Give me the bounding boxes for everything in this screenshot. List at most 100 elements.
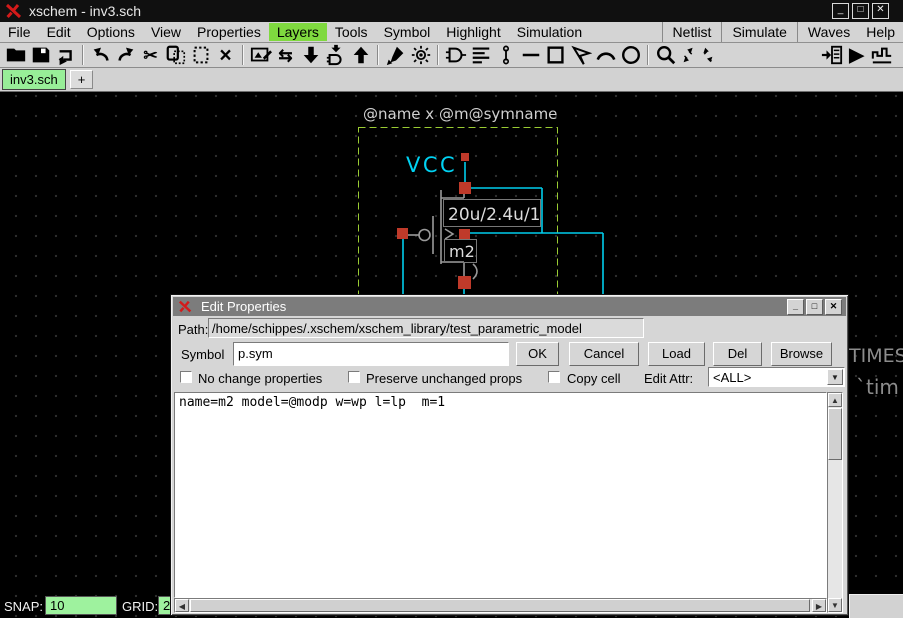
menu-separator [797, 22, 798, 42]
clipped-text-top[interactable]: TIMES [848, 345, 903, 367]
edit-attr-combobox[interactable]: <ALL> ▼ [708, 367, 845, 387]
swap-wires-icon[interactable]: ⇆ [273, 43, 298, 67]
edit-symbol-icon[interactable] [248, 43, 273, 67]
dialog-maximize-icon[interactable]: □ [806, 299, 823, 315]
menubar-right: Netlist Simulate Waves Help [660, 22, 903, 42]
maximize-icon[interactable]: □ [852, 3, 869, 19]
copy-cell-checkbox[interactable] [548, 371, 560, 383]
menu-help[interactable]: Help [858, 23, 903, 41]
horizontal-scroll-thumb[interactable] [190, 599, 810, 612]
draw-line-icon[interactable] [518, 43, 543, 67]
toolbar-separator [647, 45, 649, 65]
edit-properties-dialog: Edit Properties _ □ ✕ Path: /home/schipp… [170, 294, 849, 616]
paste-icon[interactable] [188, 43, 213, 67]
xschem-logo-icon [5, 3, 23, 19]
redo-icon[interactable] [113, 43, 138, 67]
snap-field[interactable]: 10 [45, 596, 117, 615]
cancel-button[interactable]: Cancel [569, 342, 639, 366]
save-icon[interactable] [28, 43, 53, 67]
undo-icon[interactable] [88, 43, 113, 67]
descend-schematic-icon[interactable] [298, 43, 323, 67]
draw-arc-icon[interactable] [593, 43, 618, 67]
open-file-icon[interactable] [3, 43, 28, 67]
dialog-title: Edit Properties [201, 299, 286, 314]
size-label[interactable]: 20u/2.4u/1 [448, 205, 541, 225]
scroll-right-icon[interactable]: ▶ [812, 599, 826, 612]
menu-simulate[interactable]: Simulate [724, 23, 794, 41]
menu-highlight[interactable]: Highlight [438, 23, 508, 41]
symbol-input[interactable]: p.sym [233, 342, 509, 366]
scroll-down-icon[interactable]: ▼ [828, 598, 842, 612]
menu-edit[interactable]: Edit [39, 23, 79, 41]
simulate-icon[interactable]: ▶ [844, 43, 869, 67]
place-symbol-icon[interactable] [443, 43, 468, 67]
menu-separator [721, 22, 722, 42]
preserve-label: Preserve unchanged props [366, 371, 522, 386]
toolbar-separator [437, 45, 439, 65]
draw-circle-icon[interactable] [618, 43, 643, 67]
toolbar-separator [242, 45, 244, 65]
paint-layer-icon[interactable] [383, 43, 408, 67]
new-tab-button[interactable]: + [70, 70, 94, 89]
menu-tools[interactable]: Tools [327, 23, 376, 41]
path-field: /home/schippes/.xschem/xschem_library/te… [208, 318, 644, 338]
menu-symbol[interactable]: Symbol [376, 23, 439, 41]
close-icon[interactable]: ✕ [872, 3, 889, 19]
reload-icon[interactable] [53, 43, 78, 67]
window-controls: _ □ ✕ [832, 3, 889, 19]
vcc-net-label[interactable]: VCC [406, 153, 457, 177]
dialog-titlebar[interactable]: Edit Properties _ □ ✕ [173, 297, 846, 316]
properties-textarea[interactable]: name=m2 model=@modp w=wp l=lp m=1 [174, 392, 827, 598]
show-netlist-icon[interactable] [468, 43, 493, 67]
load-button[interactable]: Load [648, 342, 705, 366]
chevron-down-icon[interactable]: ▼ [827, 369, 843, 385]
toggle-dim-icon[interactable] [408, 43, 433, 67]
minimize-icon[interactable]: _ [832, 3, 849, 19]
edit-attr-label: Edit Attr: [644, 371, 693, 386]
del-button[interactable]: Del [713, 342, 762, 366]
scroll-left-icon[interactable]: ◀ [175, 599, 189, 612]
menu-netlist[interactable]: Netlist [665, 23, 720, 41]
horizontal-scrollbar[interactable]: ◀ ▶ [174, 598, 827, 613]
netlist-icon[interactable] [819, 43, 844, 67]
instance-format-text[interactable]: @name x @m@symname [363, 105, 557, 123]
zoom-box-icon[interactable] [653, 43, 678, 67]
no-change-checkbox[interactable] [180, 371, 192, 383]
dialog-minimize-icon[interactable]: _ [787, 299, 804, 315]
clipped-text-bottom[interactable]: `tim [856, 375, 899, 399]
go-back-up-icon[interactable] [348, 43, 373, 67]
descend-symbol-icon[interactable] [323, 43, 348, 67]
draw-rect-icon[interactable] [543, 43, 568, 67]
menu-layers[interactable]: Layers [269, 23, 327, 41]
menu-simulation[interactable]: Simulation [509, 23, 590, 41]
place-pin-icon[interactable] [493, 43, 518, 67]
menu-view[interactable]: View [143, 23, 189, 41]
menu-file[interactable]: File [0, 23, 39, 41]
toolbar-separator [377, 45, 379, 65]
snap-label: SNAP: [4, 599, 43, 614]
ok-button[interactable]: OK [516, 342, 559, 366]
dialog-controls: _ □ ✕ [787, 299, 842, 315]
menu-separator [662, 22, 663, 42]
cut-icon[interactable]: ✂ [138, 43, 163, 67]
delete-icon[interactable]: × [213, 43, 238, 67]
waves-icon[interactable] [869, 43, 894, 67]
toolbar: ✂ × ⇆ [0, 43, 903, 68]
scroll-up-icon[interactable]: ▲ [828, 393, 842, 407]
menubar: File Edit Options View Properties Layers… [0, 22, 903, 43]
status-right-panel [849, 594, 903, 618]
zoom-full-icon[interactable] [678, 43, 718, 67]
copy-icon[interactable] [163, 43, 188, 67]
browse-button[interactable]: Browse [771, 342, 832, 366]
menu-waves[interactable]: Waves [800, 23, 858, 41]
dialog-close-icon[interactable]: ✕ [825, 299, 842, 315]
vertical-scrollbar[interactable]: ▲ ▼ [827, 392, 843, 613]
preserve-checkbox[interactable] [348, 371, 360, 383]
draw-polygon-icon[interactable] [568, 43, 593, 67]
instance-name-label[interactable]: m2 [449, 242, 475, 261]
vertical-scroll-thumb[interactable] [828, 408, 842, 460]
tabbar: inv3.sch + [0, 68, 903, 92]
tab-inv3[interactable]: inv3.sch [2, 69, 66, 90]
menu-options[interactable]: Options [79, 23, 143, 41]
menu-properties[interactable]: Properties [189, 23, 269, 41]
